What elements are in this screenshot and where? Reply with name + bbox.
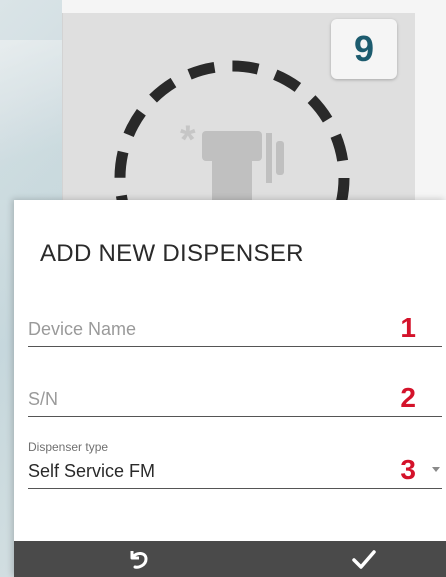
checkmark-icon xyxy=(352,550,376,569)
confirm-button[interactable] xyxy=(304,541,424,577)
add-dispenser-dialog: ADD NEW DISPENSER 1 2 Dispenser type Sel… xyxy=(14,200,446,577)
dispenser-type-select[interactable]: Dispenser type Self Service FM 3 xyxy=(28,440,442,489)
serial-number-field: 2 xyxy=(28,368,442,417)
device-name-field: 1 xyxy=(28,298,442,347)
dialog-title: ADD NEW DISPENSER xyxy=(40,240,304,267)
screen: * 9 ADD NEW DISPENSER 1 2 Dispenser type… xyxy=(0,0,446,577)
field-marker-2: 2 xyxy=(400,382,416,413)
device-name-input[interactable] xyxy=(28,319,388,340)
serial-number-input[interactable] xyxy=(28,389,388,410)
chevron-down-icon[interactable] xyxy=(432,467,440,472)
field-marker-3: 3 xyxy=(400,454,416,485)
dispenser-type-value: Self Service FM xyxy=(28,461,156,481)
dialog-action-bar xyxy=(14,541,446,577)
field-marker-1: 1 xyxy=(400,312,416,343)
undo-button[interactable] xyxy=(78,541,198,577)
undo-icon xyxy=(130,551,148,569)
dispenser-type-label: Dispenser type xyxy=(28,440,109,454)
